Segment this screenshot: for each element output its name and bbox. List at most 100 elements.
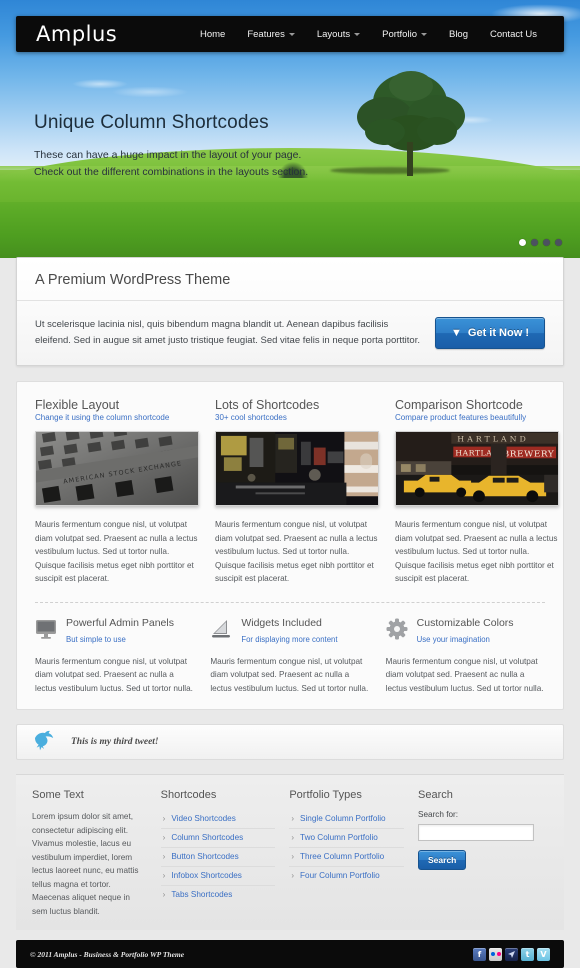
portfolio-link-single-column[interactable]: › Single Column Portfolio: [289, 810, 404, 828]
feature-body: Mauris fermentum congue nisl, ut volutpa…: [395, 520, 558, 583]
chevron-right-icon: ›: [291, 852, 295, 861]
chevron-right-icon: ›: [291, 814, 295, 823]
facebook-icon[interactable]: f: [473, 947, 486, 961]
list-item: › Column Shortcodes: [160, 829, 276, 848]
nav-item-layouts[interactable]: Layouts: [306, 29, 371, 40]
icon-feature-columns: Powerful Admin Panels But simple to use …: [35, 617, 545, 696]
twitter-icon[interactable]: t: [521, 947, 534, 961]
footer-widget-title: Search: [418, 789, 453, 801]
shortcode-link-infobox[interactable]: › Infobox Shortcodes: [161, 867, 276, 885]
portfolio-link-four-column[interactable]: › Four Column Portfolio: [289, 867, 404, 885]
rss-paper-icon[interactable]: [505, 947, 518, 961]
copyright-text: © 2011 Amplus - Business & Portfolio WP …: [30, 949, 185, 959]
icon-feature-subtitle[interactable]: But simple to use: [66, 635, 126, 644]
slider-dot-3[interactable]: [543, 239, 550, 246]
slider-dot-1[interactable]: [519, 239, 526, 246]
promo-heading: A Premium WordPress Theme: [35, 272, 231, 288]
chevron-down-icon: [420, 32, 427, 36]
feature-columns: Flexible Layout Change it using the colu…: [35, 398, 559, 586]
nav-item-contact-us[interactable]: Contact Us: [479, 29, 548, 40]
chevron-right-icon: ›: [162, 814, 166, 823]
double-chevron-down-icon: ▼: [451, 326, 462, 339]
footer-widget-body: Lorem ipsum dolor sit amet, consectetur …: [32, 812, 139, 916]
nav-item-blog[interactable]: Blog: [438, 29, 479, 40]
feature-image-stock-exchange[interactable]: AMERICAN STOCK EXCHANGE: [35, 431, 199, 506]
icon-feature-subtitle[interactable]: For displaying more content: [241, 635, 337, 644]
top-navigation-bar: Amplus Home Features Layouts Portfolio B…: [16, 16, 564, 52]
chevron-right-icon: ›: [162, 871, 166, 880]
portfolio-link-two-column[interactable]: › Two Column Portfolio: [289, 829, 404, 847]
hero-slider: Unique Column Shortcodes These can have …: [0, 0, 580, 258]
promo-body: Ut scelerisque lacinia nisl, quis bibend…: [17, 301, 563, 365]
hero-copy: Unique Column Shortcodes These can have …: [34, 112, 314, 181]
search-input[interactable]: [418, 824, 535, 841]
icon-feature-subtitle[interactable]: Use your imagination: [417, 635, 490, 644]
link-label: Three Column Portfolio: [300, 852, 385, 861]
promo-header: A Premium WordPress Theme: [17, 258, 563, 301]
chevron-right-icon: ›: [162, 852, 166, 861]
shortcode-link-video[interactable]: › Video Shortcodes: [161, 810, 276, 828]
shortcode-link-tabs[interactable]: › Tabs Shortcodes: [161, 886, 276, 904]
footer-widget-shortcodes: Shortcodes › Video Shortcodes › Column Sho…: [160, 789, 276, 918]
nav-item-features[interactable]: Features: [236, 29, 306, 40]
icon-feature-title: Customizable Colors: [416, 616, 514, 629]
slider-dot-4[interactable]: [555, 239, 562, 246]
nav-links: Home Features Layouts Portfolio Blog Con…: [189, 29, 548, 40]
footer-widget-title: Shortcodes: [160, 789, 217, 801]
footer-widget-title: Some Text: [32, 789, 84, 801]
slider-pagination[interactable]: [519, 239, 562, 246]
link-label: Video Shortcodes: [171, 814, 236, 823]
footer-widgets: Some Text Lorem ipsum dolor sit amet, co…: [16, 774, 564, 930]
shortcodes-list: › Video Shortcodes › Column Shortcodes › Bu…: [160, 810, 276, 904]
twitter-bird-icon: [33, 729, 57, 756]
svg-text:BREWERY: BREWERY: [503, 449, 555, 459]
portfolio-link-three-column[interactable]: › Three Column Portfolio: [289, 848, 404, 866]
get-it-now-button[interactable]: ▼ Get it Now !: [435, 317, 545, 349]
shortcode-link-button[interactable]: › Button Shortcodes: [161, 848, 276, 866]
list-item: › Two Column Portfolio: [289, 829, 405, 848]
icon-feature-column: Widgets Included For displaying more con…: [210, 617, 369, 696]
lone-tree: [355, 71, 465, 176]
social-icons: f t V: [473, 947, 550, 961]
twitter-feed-bar: This is my third tweet!: [16, 724, 564, 760]
icon-feature-column: Powerful Admin Panels But simple to use …: [35, 617, 194, 696]
nav-item-label: Layouts: [316, 28, 351, 40]
flickr-icon[interactable]: [489, 947, 502, 961]
feature-subtitle[interactable]: Compare product features beautifully: [395, 413, 559, 422]
search-button[interactable]: Search: [418, 850, 467, 870]
link-label: Button Shortcodes: [171, 852, 239, 861]
feature-subtitle[interactable]: 30+ cool shortcodes: [215, 413, 379, 422]
features-section: Flexible Layout Change it using the colu…: [16, 381, 564, 710]
section-divider: [35, 601, 545, 603]
feature-title: Lots of Shortcodes: [215, 398, 320, 412]
feature-image-night-street[interactable]: [215, 431, 379, 506]
chevron-down-icon: [288, 32, 295, 36]
gear-icon: [386, 618, 408, 640]
feature-image-taxi-brewery[interactable]: HARTLAND HARTLAN BREWERY: [395, 431, 559, 506]
list-item: › Button Shortcodes: [160, 848, 276, 867]
link-label: Single Column Portfolio: [300, 814, 386, 823]
link-label: Infobox Shortcodes: [171, 871, 242, 880]
promo-panel: A Premium WordPress Theme Ut scelerisque…: [16, 257, 564, 366]
chevron-down-icon: [354, 32, 361, 36]
search-label: Search for:: [418, 810, 459, 819]
slider-dot-2[interactable]: [531, 239, 538, 246]
tweet-text: This is my third tweet!: [71, 737, 159, 747]
nav-item-home[interactable]: Home: [189, 29, 236, 40]
site-logo[interactable]: Amplus: [36, 22, 117, 46]
feature-body: Mauris fermentum congue nisl, ut volutpa…: [215, 520, 378, 583]
footer-bottom-bar: © 2011 Amplus - Business & Portfolio WP …: [16, 940, 564, 968]
feature-title: Flexible Layout: [35, 398, 120, 412]
hero-title: Unique Column Shortcodes: [34, 112, 269, 133]
feature-subtitle[interactable]: Change it using the column shortcode: [35, 413, 199, 422]
vimeo-icon[interactable]: V: [537, 947, 550, 961]
monitor-icon: [35, 618, 57, 640]
icon-feature-body: Mauris fermentum congue nisl, ut volutpa…: [210, 656, 369, 693]
hero-text: These can have a huge impact in the layo…: [34, 149, 309, 178]
shortcode-link-column[interactable]: › Column Shortcodes: [161, 829, 276, 847]
page-content: A Premium WordPress Theme Ut scelerisque…: [16, 257, 564, 930]
chevron-right-icon: ›: [162, 833, 166, 842]
nav-item-portfolio[interactable]: Portfolio: [371, 29, 438, 40]
feature-column: Comparison Shortcode Compare product fea…: [395, 398, 559, 586]
promo-text: Ut scelerisque lacinia nisl, quis bibend…: [35, 319, 420, 346]
